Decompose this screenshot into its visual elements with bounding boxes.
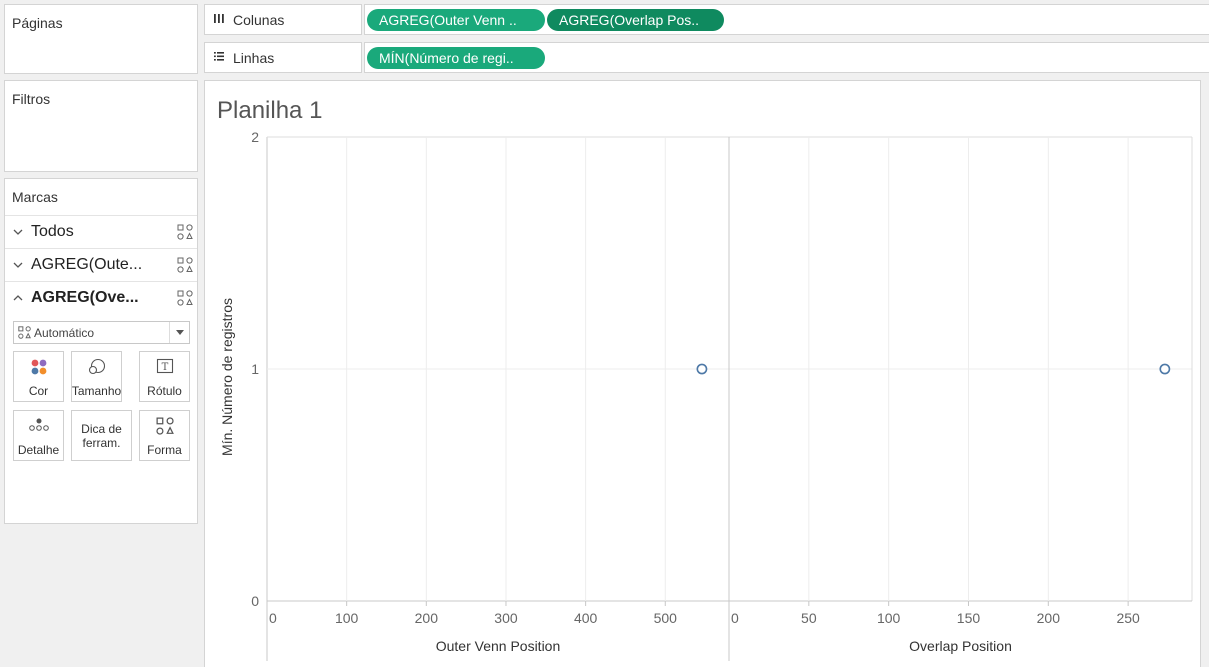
x-tick-label: 100	[877, 610, 901, 626]
tooltip-button-label-1: Dica de	[81, 421, 122, 436]
marks-row-overlap[interactable]: AGREG(Ove...	[5, 281, 197, 314]
chevron-up-icon	[5, 291, 31, 305]
label-icon: T	[140, 358, 189, 376]
columns-icon	[213, 12, 233, 27]
rows-shelf-label: Linhas	[204, 42, 362, 73]
svg-text:T: T	[161, 362, 168, 373]
shapes-icon	[140, 417, 189, 435]
x-tick-label: 300	[494, 610, 518, 626]
shapes-icon	[173, 224, 197, 240]
color-icon	[14, 358, 63, 376]
x-tick-label: 50	[801, 610, 817, 626]
marks-row-label: AGREG(Ove...	[31, 289, 139, 306]
mark-type-dropdown[interactable]: Automático	[13, 321, 190, 344]
rows-icon	[213, 50, 233, 65]
chevron-down-icon	[5, 258, 31, 272]
x-tick-label: 250	[1116, 610, 1140, 626]
marks-row-label: Todos	[31, 223, 74, 240]
rows-shelf[interactable]: MÍN(Número de regi..	[364, 42, 1209, 73]
data-point[interactable]	[1159, 363, 1171, 375]
x-tick-label: 0	[731, 610, 739, 626]
rows-shelf-title: Linhas	[233, 49, 275, 66]
chevron-down-icon	[5, 225, 31, 239]
label-button[interactable]: T Rótulo	[139, 351, 190, 402]
shape-button[interactable]: Forma	[139, 410, 190, 461]
y-tick-label: 0	[251, 593, 259, 609]
color-button[interactable]: Cor	[13, 351, 64, 402]
color-button-label: Cor	[28, 384, 49, 398]
y-tick-label: 1	[251, 361, 259, 377]
dropdown-arrow-icon[interactable]	[169, 322, 189, 343]
marks-card: Marcas Todos AGREG(Oute... AGREG(Ove...	[4, 178, 198, 524]
mark-type-value: Automático	[34, 325, 95, 340]
chart-area[interactable]: 0 1 2 Mín. Número de registros 0 100 200 300 400…	[205, 81, 1202, 667]
y-axis-title: Mín. Número de registros	[219, 298, 235, 456]
columns-shelf-title: Colunas	[233, 11, 285, 28]
worksheet-view: Planilha 1 0 1 2 Mín. Número de registros 0 1…	[204, 80, 1201, 667]
right-edge	[1201, 80, 1209, 667]
x-tick-label: 100	[335, 610, 359, 626]
tooltip-button[interactable]: Dica de ferram.	[71, 410, 132, 461]
y-tick-label: 2	[251, 129, 259, 145]
detail-icon	[14, 417, 63, 433]
columns-shelf[interactable]: AGREG(Outer Venn .. AGREG(Overlap Pos..	[364, 4, 1209, 35]
marks-row-label: AGREG(Oute...	[31, 256, 143, 273]
shapes-icon	[173, 290, 197, 306]
x-axis-title: Outer Venn Position	[436, 638, 561, 654]
shapes-icon	[173, 257, 197, 273]
rows-pill-min-records[interactable]: MÍN(Número de regi..	[367, 47, 545, 69]
data-point[interactable]	[696, 363, 708, 375]
label-button-label: Rótulo	[147, 384, 182, 398]
columns-pill-outer-venn[interactable]: AGREG(Outer Venn ..	[367, 9, 545, 31]
shape-button-label: Forma	[147, 443, 182, 457]
size-button-label: Tamanho	[71, 384, 122, 398]
marks-row-outer-venn[interactable]: AGREG(Oute...	[5, 248, 197, 281]
shapes-icon	[14, 326, 34, 339]
x-tick-label: 200	[1037, 610, 1061, 626]
x-tick-label: 500	[654, 610, 678, 626]
size-icon	[72, 358, 121, 376]
detail-button[interactable]: Detalhe	[13, 410, 64, 461]
filters-shelf[interactable]: Filtros	[4, 80, 198, 172]
x-tick-label: 150	[957, 610, 981, 626]
marks-card-title: Marcas	[12, 189, 58, 205]
filters-shelf-title: Filtros	[12, 91, 51, 107]
x-tick-label: 200	[415, 610, 439, 626]
color-dot	[39, 367, 46, 375]
x-axis-title: Overlap Position	[909, 638, 1012, 654]
columns-shelf-label: Colunas	[204, 4, 362, 35]
tooltip-button-label-2: ferram.	[82, 435, 121, 450]
pages-shelf-title: Páginas	[12, 15, 63, 31]
pages-shelf[interactable]: Páginas	[4, 4, 198, 74]
x-tick-label: 400	[574, 610, 598, 626]
columns-pill-overlap[interactable]: AGREG(Overlap Pos..	[547, 9, 724, 31]
color-dot	[39, 359, 46, 367]
color-dot	[31, 359, 38, 367]
size-button[interactable]: Tamanho	[71, 351, 122, 402]
color-dot	[31, 367, 38, 375]
detail-button-label: Detalhe	[17, 443, 60, 457]
marks-row-todos[interactable]: Todos	[5, 215, 197, 248]
x-tick-label: 0	[269, 610, 277, 626]
